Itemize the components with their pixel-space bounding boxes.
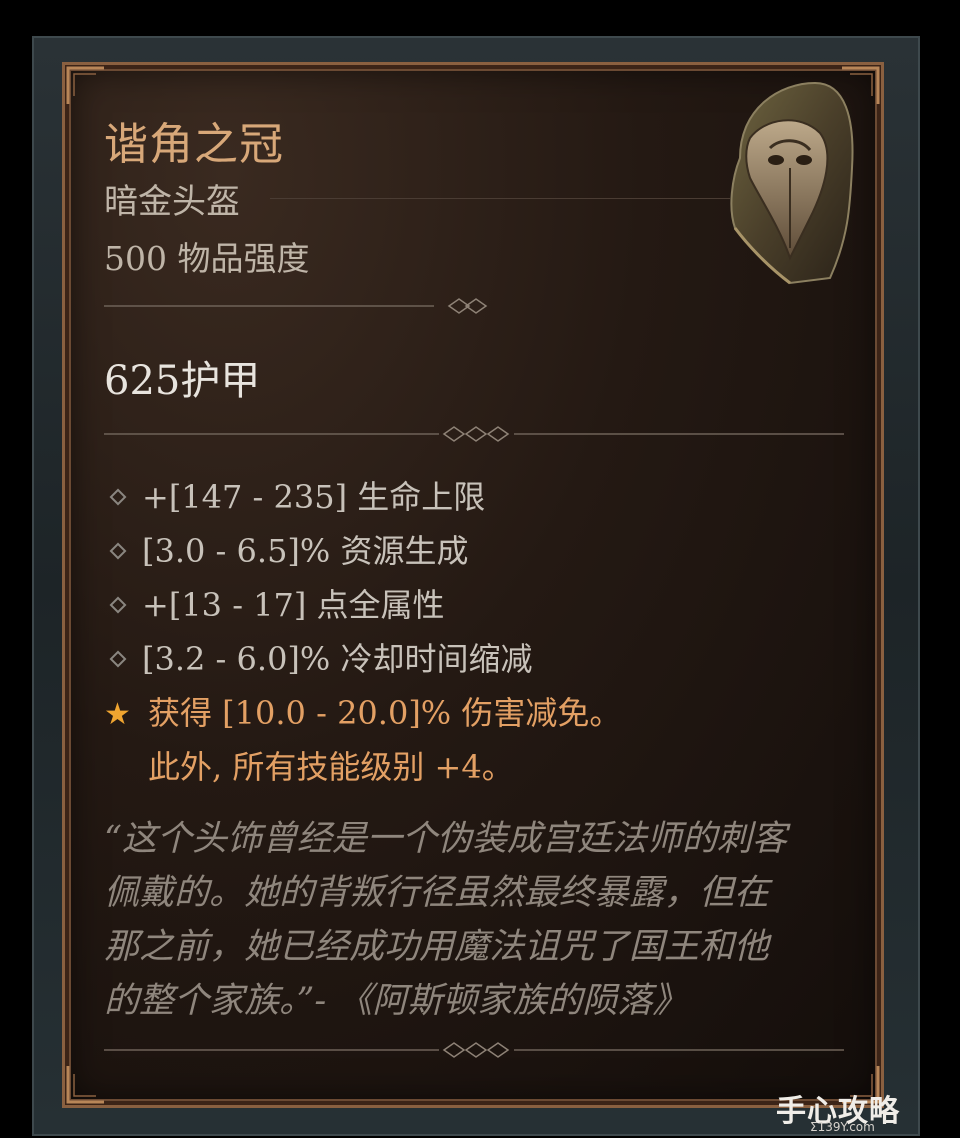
corner-ornament-top-left [66, 66, 106, 106]
flavor-line: 佩戴的。她的背叛行径虽然最终暴露，但在 [104, 873, 770, 913]
legendary-line-2: 此外, 所有技能级别 +4。 [148, 748, 514, 786]
legendary-affix-continued: 此外, 所有技能级别 +4。 [148, 742, 514, 788]
watermark-url: Σ139Y.com [810, 1120, 875, 1134]
header-rule [270, 198, 730, 199]
affix-text: +[147 - 235] 生命上限 [142, 478, 486, 516]
flavor-line: 的整个家族。”- 《阿斯顿家族的陨落》 [104, 981, 688, 1021]
site-watermark: 手心攻略 Σ139Y.com [776, 1086, 946, 1134]
affix-text: +[13 - 17] 点全属性 [142, 586, 445, 624]
diamond-bullet-icon [109, 542, 127, 560]
flavor-line: 那之前，她已经成功用魔法诅咒了国王和他 [104, 927, 770, 967]
affix-row: +[147 - 235] 生命上限 [104, 472, 485, 518]
affix-text: [3.0 - 6.5]% 资源生成 [142, 532, 469, 570]
affix-row: [3.2 - 6.0]% 冷却时间缩减 [104, 634, 533, 680]
item-type: 暗金头盔 [104, 182, 240, 222]
affix-text: [3.2 - 6.0]% 冷却时间缩减 [142, 640, 533, 678]
corner-ornament-bottom-left [66, 1064, 106, 1104]
legendary-affix: ★ 获得 [10.0 - 20.0]% 伤害减免。 [104, 688, 621, 734]
item-name: 谐角之冠 [104, 119, 284, 170]
diamond-bullet-icon [109, 596, 127, 614]
armor-value: 625护甲 [104, 358, 261, 404]
diamond-bullet-icon [109, 650, 127, 668]
flavor-line: “这个头饰曾经是一个伪装成宫廷法师的刺客 [104, 819, 787, 859]
item-power: 500 物品强度 [104, 239, 310, 278]
hooded-helmet-icon [720, 78, 860, 288]
section-divider-1 [104, 296, 844, 316]
section-divider-3 [104, 1040, 844, 1060]
section-divider-2 [104, 424, 844, 444]
star-icon: ★ [104, 697, 131, 732]
affix-row: [3.0 - 6.5]% 资源生成 [104, 526, 469, 572]
flavor-text: “这个头饰曾经是一个伪装成宫廷法师的刺客 佩戴的。她的背叛行径虽然最终暴露，但在… [104, 812, 844, 1028]
diamond-bullet-icon [109, 488, 127, 506]
legendary-line-1: 获得 [10.0 - 20.0]% 伤害减免。 [148, 694, 622, 732]
affix-row: +[13 - 17] 点全属性 [104, 580, 445, 626]
